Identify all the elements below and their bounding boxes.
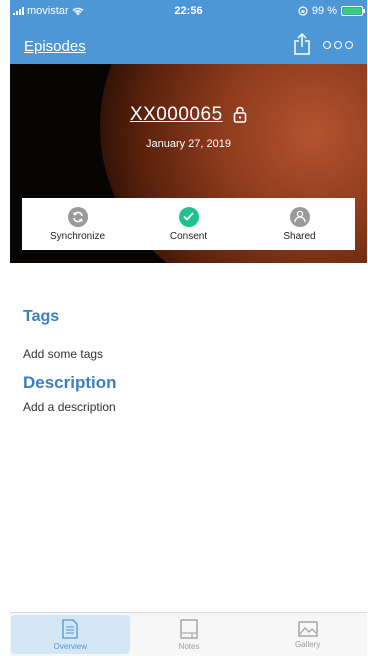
tab-notes[interactable]: Notes: [130, 613, 249, 656]
more-icon: [323, 41, 331, 49]
synchronize-button[interactable]: Synchronize: [22, 198, 133, 250]
tab-gallery-label: Gallery: [295, 639, 321, 649]
description-field[interactable]: Add a description: [23, 400, 116, 414]
tab-overview-label: Overview: [53, 641, 87, 651]
share-icon: [294, 32, 310, 55]
check-icon: [178, 206, 199, 227]
share-button[interactable]: [293, 32, 311, 56]
battery-percent: 99 %: [311, 5, 337, 17]
shared-label: Shared: [283, 230, 316, 242]
tags-field[interactable]: Add some tags: [23, 347, 103, 361]
person-icon: [289, 206, 310, 227]
episode-id[interactable]: XX000065: [130, 104, 223, 125]
description-heading: Description: [23, 373, 117, 392]
episode-header-image: XX000065 January 27, 2019 Synchronize Co…: [10, 64, 367, 263]
image-icon: [298, 620, 318, 637]
episode-detail-screen: movistar 22:56 99 % Episodes XX000065 Ja…: [10, 0, 367, 656]
battery-icon: [341, 6, 365, 16]
episodes-back-link[interactable]: Episodes: [24, 38, 86, 55]
orientation-lock-icon: [298, 6, 308, 16]
tab-overview[interactable]: Overview: [11, 615, 130, 654]
consent-button[interactable]: Consent: [133, 198, 244, 250]
episode-title: XX000065: [10, 104, 367, 126]
consent-label: Consent: [169, 230, 208, 242]
more-button[interactable]: [323, 41, 353, 49]
status-bar: movistar 22:56 99 %: [10, 0, 367, 22]
tags-heading: Tags: [23, 308, 60, 325]
sync-icon: [67, 206, 88, 227]
navigation-bar: movistar 22:56 99 % Episodes: [10, 0, 367, 64]
tab-bar: Overview Notes Gallery: [10, 612, 367, 656]
tab-gallery[interactable]: Gallery: [248, 613, 367, 656]
status-right: 99 %: [298, 5, 365, 17]
document-icon: [62, 618, 78, 639]
synchronize-label: Synchronize: [49, 230, 106, 242]
notes-icon: [180, 618, 198, 639]
episode-date: January 27, 2019: [145, 138, 231, 150]
episode-status-strip: Synchronize Consent Shared: [22, 198, 355, 250]
tab-notes-label: Notes: [178, 641, 200, 651]
lock-open-icon[interactable]: [233, 106, 247, 123]
shared-button[interactable]: Shared: [244, 198, 355, 250]
